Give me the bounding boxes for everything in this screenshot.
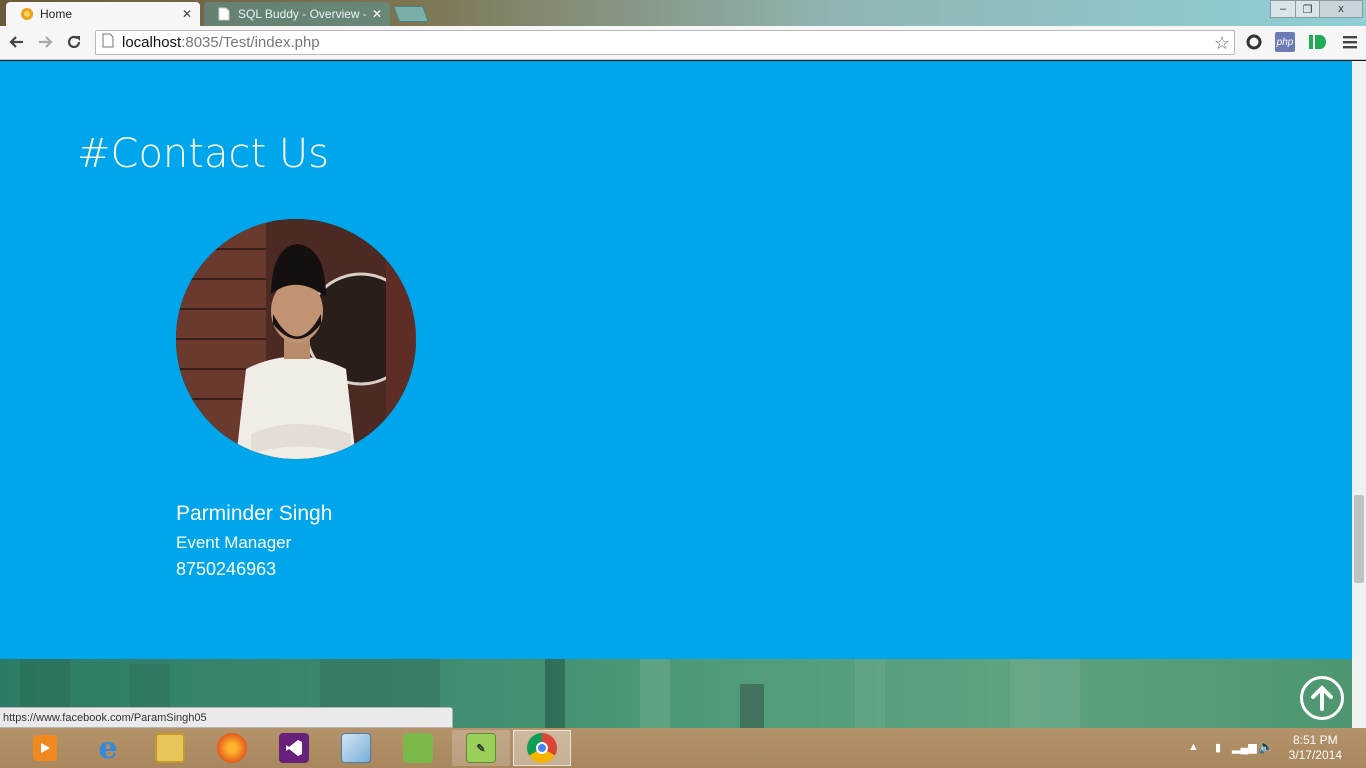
- extension-circle-icon[interactable]: [1244, 32, 1264, 52]
- page-content: #Contact Us Parminder Singh Event Manage…: [0, 61, 1352, 728]
- tab-sql-buddy[interactable]: SQL Buddy - Overview - s ✕: [204, 2, 390, 26]
- php-extension-icon[interactable]: php: [1275, 32, 1295, 52]
- tab-home[interactable]: Home ✕: [6, 2, 200, 26]
- clock-time: 8:51 PM: [1292, 733, 1338, 747]
- system-tray: ▲ ▮ ▂▄▆ 🔈 8:51 PM 3/17/2014: [1180, 728, 1366, 768]
- page-title: #Contact Us: [77, 131, 329, 177]
- tab-close-icon[interactable]: ✕: [372, 7, 382, 21]
- file-explorer-icon[interactable]: [141, 730, 199, 766]
- evernote-icon[interactable]: [389, 730, 447, 766]
- forward-arrow-icon[interactable]: [34, 31, 56, 53]
- arrow-up-icon: [1311, 685, 1333, 711]
- tab-label: SQL Buddy - Overview - s: [238, 7, 366, 21]
- clock-date: 3/17/2014: [1288, 748, 1342, 762]
- clock[interactable]: 8:51 PM 3/17/2014: [1289, 733, 1342, 763]
- tab-label: Home: [40, 7, 73, 21]
- reload-icon[interactable]: [63, 31, 85, 53]
- volume-icon[interactable]: 🔈: [1258, 739, 1274, 755]
- extension-green-icon[interactable]: [1307, 32, 1327, 52]
- minimize-button[interactable]: –: [1270, 0, 1296, 18]
- menu-icon[interactable]: [1340, 32, 1360, 52]
- page-favicon-icon: [218, 7, 232, 21]
- internet-explorer-icon[interactable]: e: [79, 730, 137, 766]
- page-icon: [102, 33, 114, 52]
- windows-media-player-icon[interactable]: [16, 730, 74, 766]
- status-bubble: https://www.facebook.com/ParamSingh05: [0, 707, 453, 728]
- avatar: [176, 219, 416, 459]
- scrollbar-thumb[interactable]: [1354, 495, 1364, 583]
- new-tab-button[interactable]: [393, 6, 429, 22]
- browser-toolbar: localhost:8035/Test/index.php ☆ php: [0, 26, 1366, 60]
- contact-role: Event Manager: [176, 533, 292, 552]
- tab-close-icon[interactable]: ✕: [182, 7, 192, 21]
- contact-phone: 8750246963: [176, 559, 277, 579]
- page-scrollbar[interactable]: [1352, 61, 1366, 728]
- browser-titlebar: Home ✕ SQL Buddy - Overview - s ✕ – ❐ x: [0, 0, 1366, 26]
- close-window-button[interactable]: x: [1319, 0, 1363, 18]
- network-icon[interactable]: ▂▄▆: [1232, 741, 1257, 754]
- show-hidden-icons-icon[interactable]: ▲: [1188, 741, 1199, 753]
- virtualbox-icon[interactable]: [327, 730, 385, 766]
- battery-icon[interactable]: ▮: [1215, 741, 1221, 754]
- notepad-plus-plus-icon[interactable]: ✎: [452, 730, 510, 766]
- back-arrow-icon[interactable]: [6, 31, 28, 53]
- url-host: localhost: [122, 34, 182, 51]
- chrome-icon[interactable]: [513, 730, 571, 766]
- firefox-icon[interactable]: [203, 730, 261, 766]
- contact-name: Parminder Singh: [176, 502, 333, 525]
- windows-taskbar: e ✎ ▲ ▮ ▂▄▆ 🔈 8:51 PM 3/17/2014: [0, 728, 1366, 768]
- home-favicon-icon: [20, 7, 34, 21]
- address-bar[interactable]: localhost:8035/Test/index.php ☆: [95, 30, 1235, 55]
- visual-studio-icon[interactable]: [265, 730, 323, 766]
- restore-button[interactable]: ❐: [1295, 0, 1320, 18]
- scroll-to-top-button[interactable]: [1300, 676, 1344, 720]
- bookmark-star-icon[interactable]: ☆: [1214, 33, 1230, 54]
- url-path: :8035/Test/index.php: [181, 34, 320, 51]
